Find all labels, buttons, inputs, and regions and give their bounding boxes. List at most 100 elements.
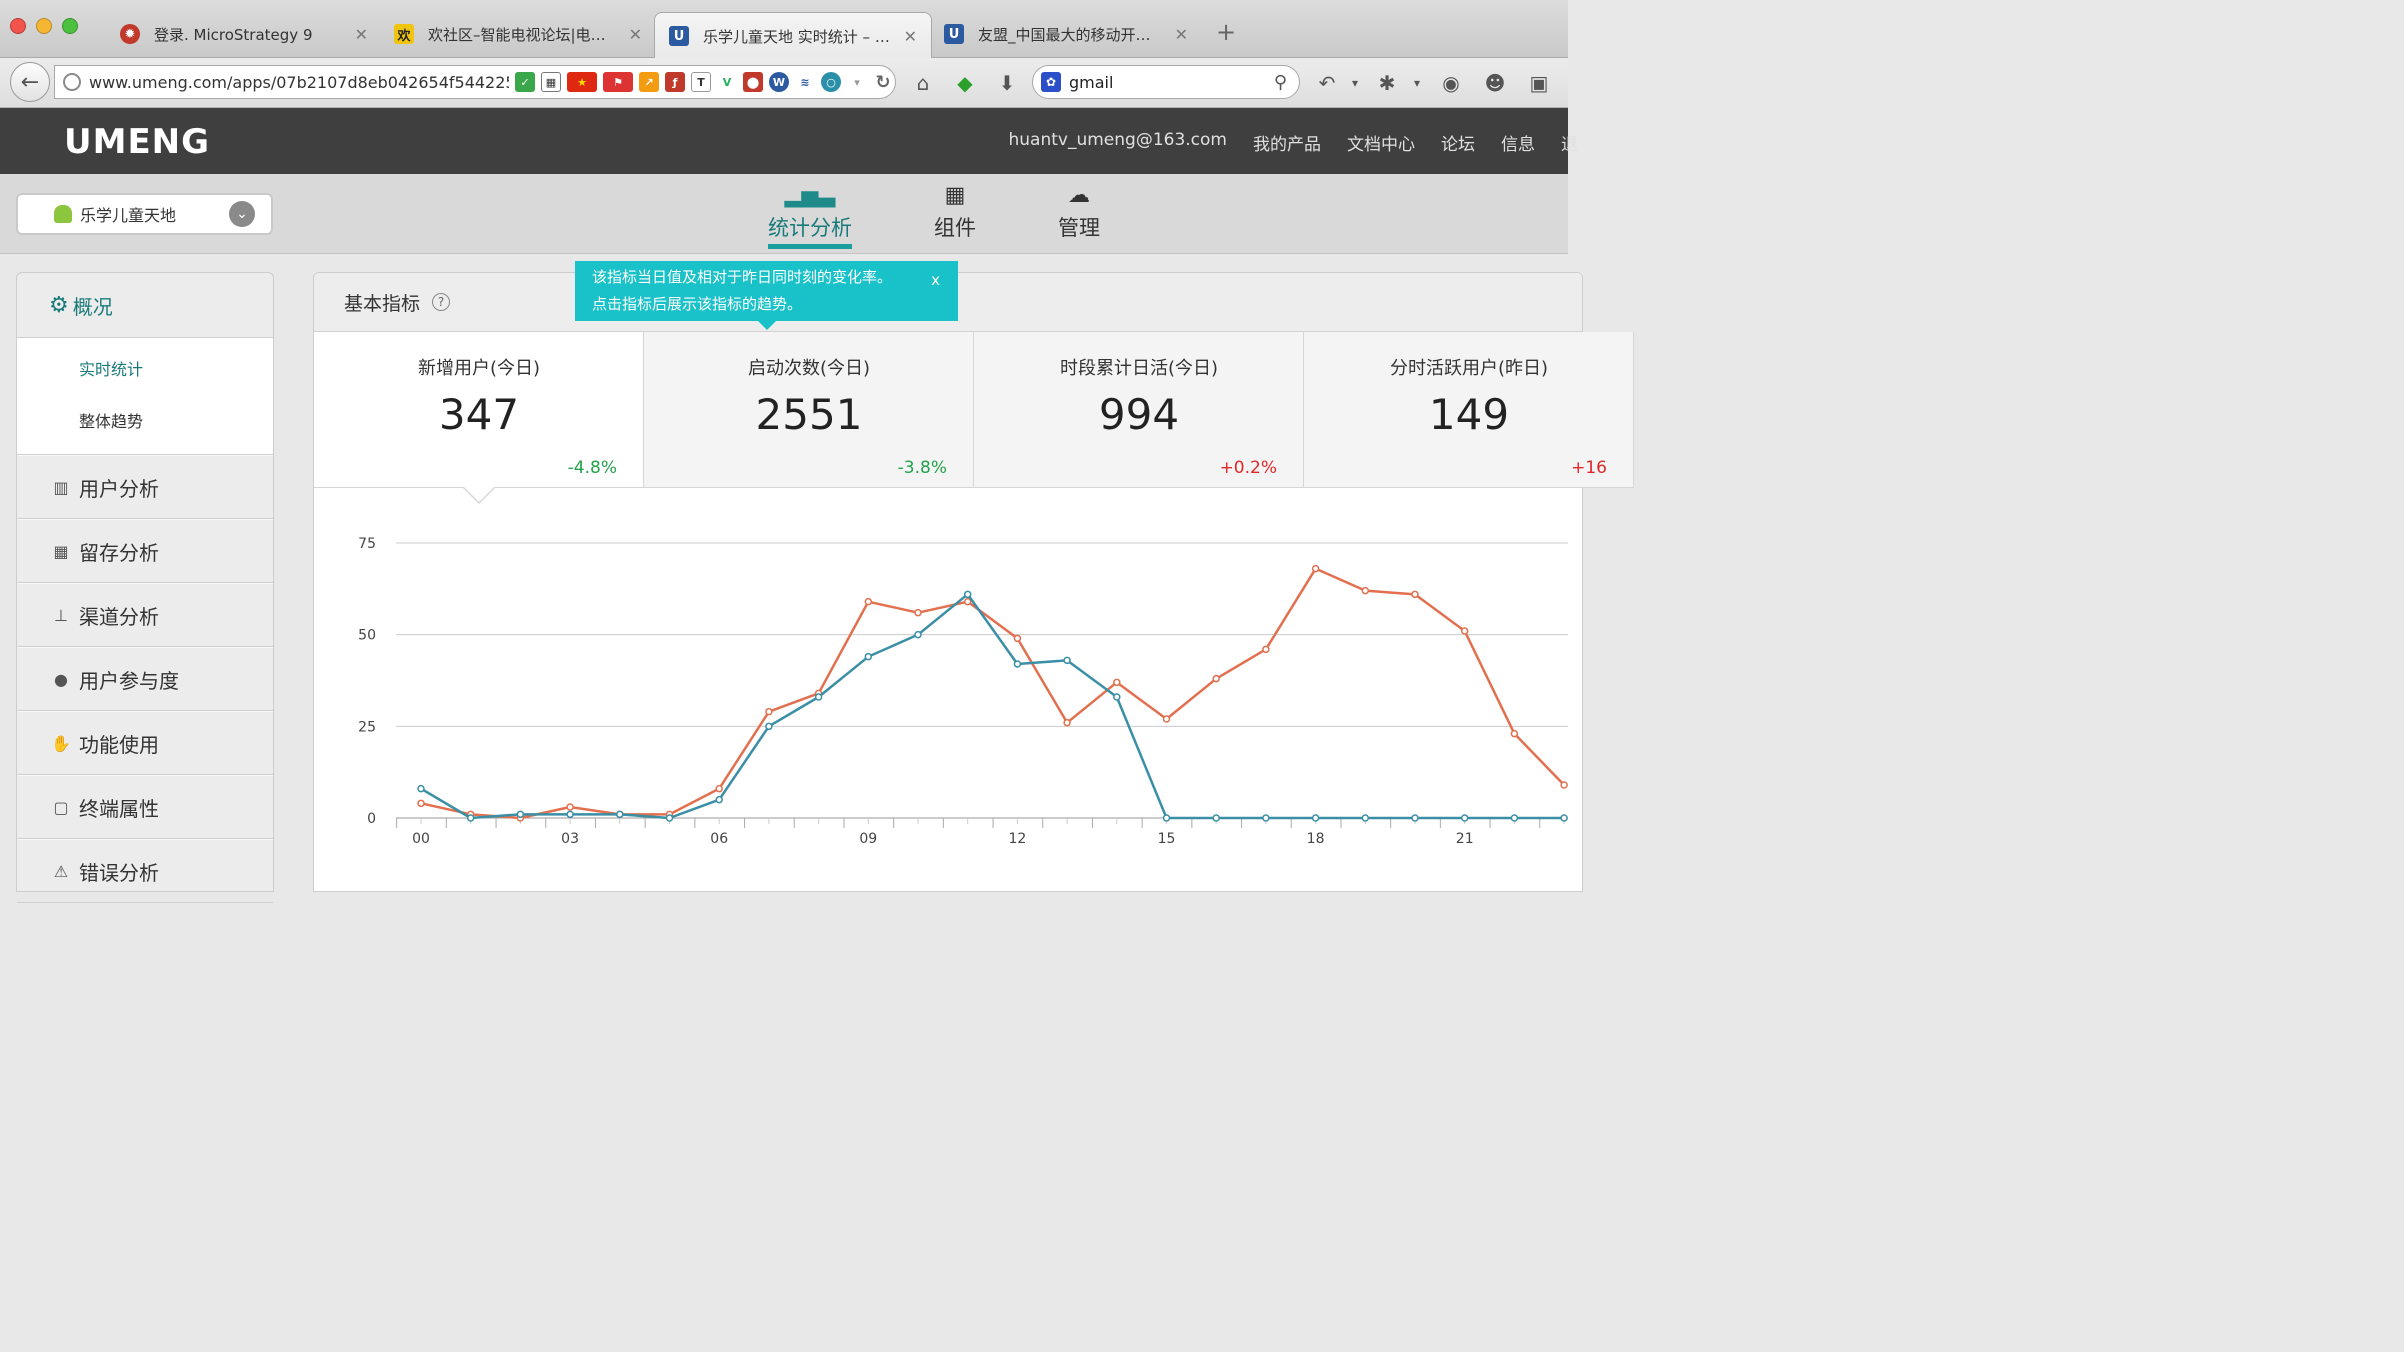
baidu-icon[interactable]: ✿ (1041, 72, 1061, 92)
bug-icon[interactable]: ✱ (1374, 70, 1400, 96)
sidebar-submenu: 实时统计 整体趋势 (17, 338, 273, 455)
data-point (864, 652, 873, 661)
sidebar-item-feature-usage[interactable]: ✋ 功能使用 (17, 711, 273, 775)
data-point (963, 590, 972, 599)
series-line (420, 593, 1565, 820)
data-point (1212, 674, 1220, 683)
y-tick-label: 75 (358, 536, 376, 552)
metric-card-new-users[interactable]: 新增用户(今日) 347 -4.8% (314, 332, 644, 488)
chevron-down-icon[interactable]: ▾ (1342, 70, 1368, 96)
data-point (1113, 678, 1121, 687)
sidebar-item-overview[interactable]: ⚙ 概况 (17, 273, 273, 338)
window-minimize-button[interactable] (36, 18, 52, 34)
sidebar-item-user-analysis[interactable]: ▥ 用户分析 (17, 455, 273, 519)
tooltip-close-icon[interactable]: x (931, 267, 940, 294)
address-bar[interactable]: www.umeng.com/apps/07b2107d8eb042654f544… (54, 65, 896, 99)
messages-link[interactable]: 信息 (1501, 130, 1535, 155)
reload-icon[interactable]: ↻ (873, 72, 893, 93)
x-tick-label: 06 (710, 831, 728, 847)
download-icon[interactable]: ⬇ (994, 70, 1020, 96)
tab-manage[interactable]: ☁ 管理 (1058, 184, 1100, 242)
qr-code-icon[interactable]: ▦ (541, 72, 561, 92)
t-icon[interactable]: T (691, 72, 711, 92)
search-icon[interactable]: ⚲ (1274, 72, 1287, 93)
data-point (1510, 729, 1519, 738)
data-point (566, 803, 574, 811)
window-close-button[interactable] (10, 18, 26, 34)
sidebar-subitem-trend[interactable]: 整体趋势 (17, 396, 273, 448)
window-maximize-button[interactable] (62, 18, 78, 34)
forum-link[interactable]: 论坛 (1441, 130, 1475, 155)
tab-label: 组件 (934, 216, 976, 240)
chevron-down-icon[interactable]: ▾ (1404, 70, 1430, 96)
sub-header: 乐学儿童天地 ⌄ ▂▅▃ 统计分析 ▦ 组件 ☁ 管理 (0, 174, 1568, 254)
tab-close-icon[interactable]: ✕ (629, 25, 642, 44)
sidebar-item-label: 功能使用 (79, 732, 159, 757)
app-selector[interactable]: 乐学儿童天地 ⌄ (16, 193, 273, 235)
help-icon[interactable]: ? (432, 293, 451, 311)
wave-icon[interactable]: ≋ (795, 72, 815, 92)
china-flag-icon[interactable]: ★ (567, 72, 597, 92)
chevron-down-icon[interactable]: ⌄ (229, 201, 255, 227)
shield-icon[interactable]: ✓ (515, 72, 535, 92)
sidebar-item-engagement[interactable]: ● 用户参与度 (17, 647, 273, 711)
x-tick-label: 21 (1456, 831, 1474, 847)
browser-tab[interactable]: U 友盟_中国最大的移动开发者… ✕ (930, 14, 1202, 54)
sidebar-item-errors[interactable]: ⚠ 错误分析 (17, 839, 273, 903)
data-point (765, 707, 773, 716)
data-point (466, 814, 475, 822)
logout-link[interactable]: 退 (1561, 130, 1578, 155)
v-icon[interactable]: V (717, 72, 737, 92)
new-tab-icon[interactable]: + (1216, 18, 1236, 46)
face-icon[interactable]: ☻ (1482, 70, 1508, 96)
gear-icon: ⚙ (49, 292, 69, 318)
monster-icon[interactable]: ▣ (1526, 70, 1552, 96)
data-point (1162, 715, 1171, 723)
browser-tab[interactable]: 欢 欢社区–智能电视论坛|电视… ✕ (380, 14, 656, 54)
data-point (715, 795, 723, 804)
metric-card-launches[interactable]: 启动次数(今日) 2551 -3.8% (644, 332, 974, 488)
my-products-link[interactable]: 我的产品 (1253, 130, 1321, 155)
data-point (1162, 814, 1171, 822)
app-header: UMENG huantv_umeng@163.com 我的产品 文档中心 论坛 … (0, 108, 1578, 174)
tab-components[interactable]: ▦ 组件 (934, 184, 976, 242)
ring-icon[interactable]: ○ (821, 72, 841, 92)
sidebar-item-channel[interactable]: ⊥ 渠道分析 (17, 583, 273, 647)
umeng-logo[interactable]: UMENG (64, 122, 210, 162)
sidebar-item-retention[interactable]: ▦ 留存分析 (17, 519, 273, 583)
browser-nav-bar: ← www.umeng.com/apps/07b2107d8eb042654f5… (0, 58, 1568, 108)
docs-link[interactable]: 文档中心 (1347, 130, 1415, 155)
tab-close-icon[interactable]: ✕ (355, 25, 368, 44)
satellite-icon[interactable]: ◉ (1438, 70, 1464, 96)
search-input[interactable]: gmail (1069, 73, 1274, 92)
tab-statistics[interactable]: ▂▅▃ 统计分析 (768, 184, 852, 249)
metric-card-daily-active[interactable]: 时段累计日活(今日) 994 +0.2% (974, 332, 1304, 488)
tag-icon[interactable]: ⬤ (743, 72, 763, 92)
tab-title: 友盟_中国最大的移动开发者… (978, 25, 1165, 44)
browser-tab[interactable]: ✹ 登录. MicroStrategy 9 ✕ (106, 14, 382, 54)
search-bar[interactable]: ✿ gmail ⚲ (1032, 65, 1300, 99)
feather-icon[interactable]: ƒ (665, 72, 685, 92)
sidebar-item-device[interactable]: ▢ 终端属性 (17, 775, 273, 839)
top-nav: huantv_umeng@163.com 我的产品 文档中心 论坛 信息 退 (1009, 130, 1579, 155)
url-text[interactable]: www.umeng.com/apps/07b2107d8eb042654f544… (89, 73, 509, 92)
dropdown-icon[interactable]: ▾ (847, 72, 867, 92)
red-flag-icon[interactable]: ⚑ (603, 72, 633, 92)
back-arrow-icon[interactable]: ← (10, 62, 50, 102)
series-line (420, 567, 1565, 820)
browser-tab-active[interactable]: U 乐学儿童天地 实时统计 – u… ✕ (654, 12, 932, 59)
tab-close-icon[interactable]: ✕ (904, 27, 917, 46)
trend-icon[interactable]: ↗ (639, 72, 659, 92)
metric-card-hourly-active[interactable]: 分时活跃用户(昨日) 149 +16 (1304, 332, 1634, 488)
data-point (1262, 645, 1270, 654)
sidebar-subitem-realtime[interactable]: 实时统计 (17, 344, 273, 396)
wordpress-icon[interactable]: W (769, 72, 789, 92)
account-link[interactable]: huantv_umeng@163.com (1009, 130, 1228, 155)
tab-close-icon[interactable]: ✕ (1175, 25, 1188, 44)
x-tick-label: 00 (412, 831, 430, 847)
metric-change: -4.8% (567, 458, 617, 478)
undo-icon[interactable]: ↶ (1314, 70, 1340, 96)
green-addon-icon[interactable]: ◆ (952, 70, 978, 96)
data-point (616, 810, 624, 819)
home-icon[interactable]: ⌂ (910, 70, 936, 96)
